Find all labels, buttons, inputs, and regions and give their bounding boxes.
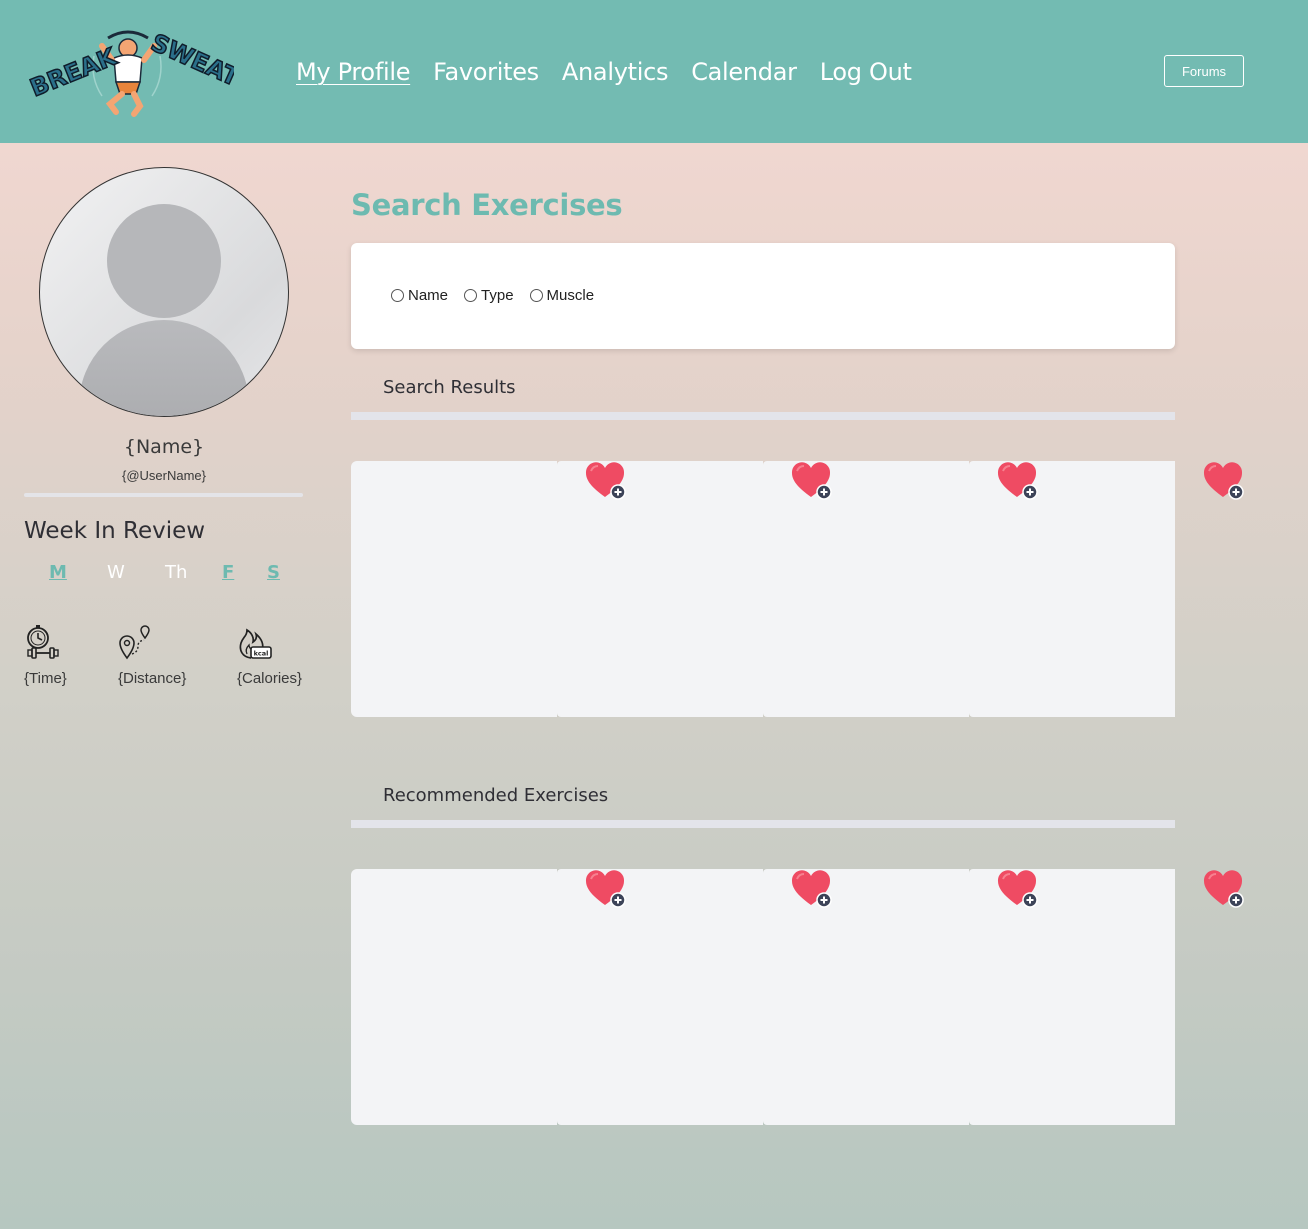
stat-calories: kcal {Calories}: [237, 624, 302, 687]
filter-muscle-option[interactable]: Muscle: [529, 287, 595, 304]
nav-favorites[interactable]: Favorites: [433, 58, 539, 86]
filter-type-option[interactable]: Type: [464, 287, 514, 304]
svg-text:BREAK: BREAK: [26, 42, 122, 102]
search-results-row: [351, 461, 1251, 717]
filter-muscle-label: Muscle: [546, 287, 595, 304]
heart-add-icon[interactable]: [791, 461, 835, 501]
filter-type-label: Type: [481, 287, 514, 304]
recommended-exercises-label: Recommended Exercises: [383, 785, 609, 806]
radio-muscle[interactable]: [529, 289, 543, 302]
sidebar-divider: [24, 493, 303, 497]
stopwatch-dumbbell-icon: [27, 625, 59, 659]
nav-calendar[interactable]: Calendar: [691, 58, 797, 86]
search-card: Name Type Muscle: [351, 243, 1175, 349]
nav-my-profile[interactable]: My Profile: [296, 58, 410, 86]
svg-text:kcal: kcal: [254, 650, 269, 658]
avatar-head: [107, 204, 221, 318]
profile-username: {@UserName}: [121, 468, 206, 483]
heart-add-icon[interactable]: [1203, 461, 1247, 501]
stat-time: {Time}: [24, 624, 67, 687]
day-friday[interactable]: F: [222, 562, 234, 583]
recommended-row: [351, 869, 1251, 1125]
nav-log-out[interactable]: Log Out: [820, 58, 912, 86]
flame-kcal-icon: kcal: [239, 628, 272, 659]
search-results-divider: [351, 412, 1175, 420]
avatar[interactable]: [39, 167, 289, 417]
nav-analytics[interactable]: Analytics: [562, 58, 669, 86]
stat-time-label: {Time}: [24, 670, 67, 687]
heart-add-icon[interactable]: [1203, 869, 1247, 909]
heart-add-icon[interactable]: [585, 461, 629, 501]
avatar-body: [79, 320, 249, 416]
exercise-card[interactable]: [351, 461, 557, 717]
week-days: M W Th F S: [24, 562, 304, 586]
stat-distance-label: {Distance}: [118, 670, 187, 687]
search-exercises-title: Search Exercises: [351, 188, 623, 222]
stat-distance: {Distance}: [118, 624, 186, 687]
radio-name[interactable]: [391, 289, 404, 302]
day-saturday[interactable]: S: [267, 562, 280, 583]
day-monday[interactable]: M: [49, 562, 67, 583]
filter-name-option[interactable]: Name: [391, 287, 448, 304]
break-sweat-logo[interactable]: BREAK SWEAT: [24, 26, 234, 118]
main-nav: My Profile Favorites Analytics Calendar …: [296, 58, 935, 86]
day-thursday[interactable]: Th: [165, 562, 187, 583]
exercise-card[interactable]: [351, 869, 557, 1125]
recommended-divider: [351, 820, 1175, 828]
stat-calories-label: {Calories}: [237, 670, 303, 687]
search-filter-options: Name Type Muscle: [391, 287, 610, 304]
top-navbar: BREAK SWEAT My Profile Favorites Analyti…: [0, 0, 1308, 143]
week-stats: {Time} {Distance} kcal {Calories}: [24, 624, 314, 694]
heart-add-icon[interactable]: [791, 869, 835, 909]
heart-add-icon[interactable]: [997, 869, 1041, 909]
forums-button[interactable]: Forums: [1164, 55, 1244, 87]
heart-add-icon[interactable]: [585, 869, 629, 909]
filter-name-label: Name: [408, 287, 449, 304]
profile-name: {Name}: [123, 436, 205, 458]
map-pin-route-icon: [119, 625, 150, 660]
radio-type[interactable]: [464, 289, 478, 302]
heart-add-icon[interactable]: [997, 461, 1041, 501]
search-results-label: Search Results: [383, 377, 516, 398]
day-wednesday[interactable]: W: [107, 562, 125, 583]
week-in-review-title: Week In Review: [24, 518, 206, 544]
